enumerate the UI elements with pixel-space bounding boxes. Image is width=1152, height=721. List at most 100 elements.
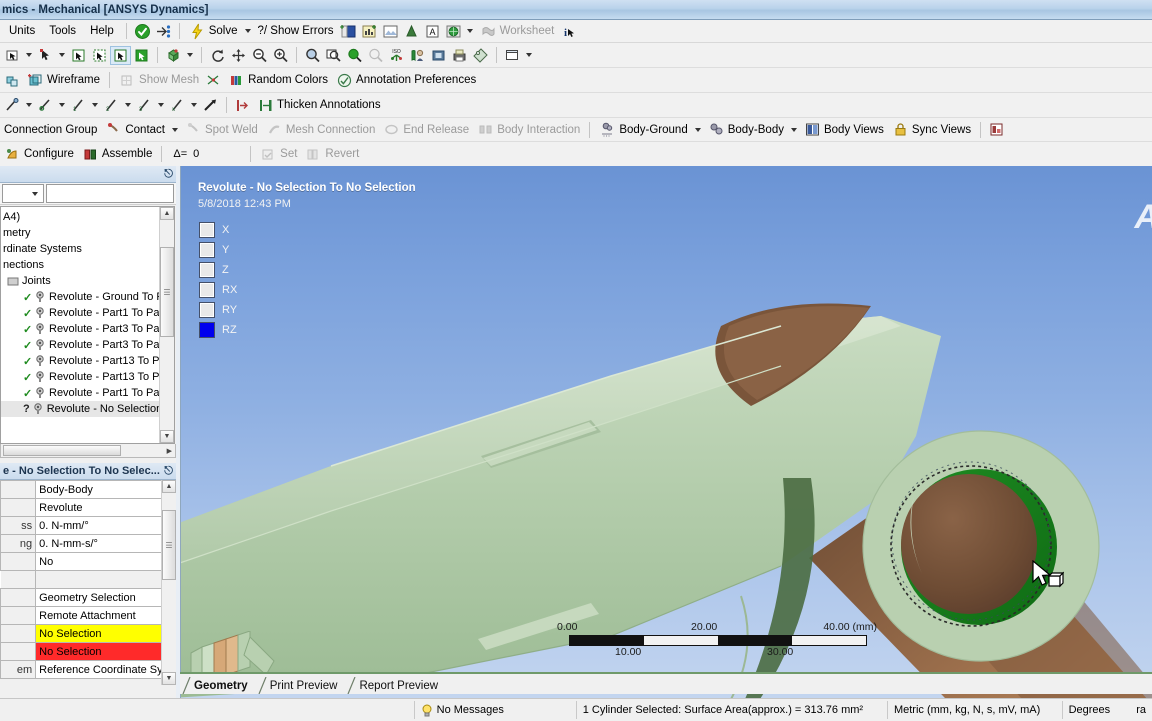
window-layout-caret[interactable] [526,53,532,57]
tree-item[interactable]: Joints [1,273,174,289]
details-row[interactable]: No [0,552,175,571]
details-row-value[interactable]: 0. N-mm-s/° [35,534,175,553]
magnify-green-icon[interactable] [344,46,365,65]
menu-units[interactable]: Units [2,23,42,39]
extend-selection-caret[interactable] [187,53,193,57]
graphics-tab[interactable]: Print Preview [258,677,348,694]
details-row-value[interactable]: Reference Coordinate Sy... [35,660,175,679]
body-ground-button[interactable]: Body-Ground [595,120,691,139]
dof-legend-row[interactable]: RZ [199,320,237,340]
details-scroll-up-button[interactable]: ▲ [162,480,176,493]
outline-scroll-thumb[interactable]: ☰ [160,247,174,337]
cursor-mode-icon[interactable] [35,46,56,65]
tree-item[interactable]: ? Revolute - No Selection To [1,401,174,417]
graphics-viewport[interactable]: A Revolute - No Selection To No Selectio… [180,166,1152,698]
tree-item[interactable]: ✓ Revolute - Part3 To Part1 [1,321,174,337]
new-chart-icon[interactable] [359,22,380,41]
new-section-plane-icon[interactable] [338,22,359,41]
sync-views-button[interactable]: Sync Views [888,120,975,139]
label-x-icon[interactable]: x [167,96,188,115]
tag-icon[interactable] [470,46,491,65]
dof-legend-row[interactable]: Z [199,260,237,280]
arrow-icon[interactable] [200,96,221,115]
details-row[interactable]: ng 0. N-mm-s/° [0,534,175,553]
outline-hscroll-right-arrow[interactable]: ▶ [167,447,172,455]
outline-scroll-down-button[interactable]: ▼ [160,430,174,443]
details-row-value[interactable]: No Selection [35,642,175,661]
cursor-mode-caret[interactable] [59,53,65,57]
tree-item[interactable]: metry [1,225,174,241]
details-row[interactable] [0,570,175,589]
info-icon[interactable]: i [558,22,579,41]
outline-scroll-up-button[interactable]: ▲ [160,207,174,220]
view-cube-icon[interactable] [428,46,449,65]
outline-filter-combo[interactable] [2,184,44,203]
details-scrollbar[interactable]: ▲ ☰ ▼ [161,480,176,685]
details-row-value[interactable] [35,570,175,589]
select-mode-icon[interactable] [2,46,23,65]
select-mode-caret[interactable] [26,53,32,57]
edge-coloring-icon[interactable] [2,71,23,90]
details-row[interactable]: Geometry Selection [0,588,175,607]
box-zoom-icon[interactable] [302,46,323,65]
label-3-icon[interactable]: 3 [134,96,155,115]
image-icon[interactable] [380,22,401,41]
outline-tree[interactable]: A4) metry rdinate Systems nections Joints ✓ Re… [0,206,175,444]
connection-chart-icon[interactable] [986,120,1007,139]
body-body-caret[interactable] [790,127,797,132]
details-row[interactable]: Remote Attachment [0,606,175,625]
details-row-value[interactable]: No [35,552,175,571]
tree-item[interactable]: ✓ Revolute - Part3 To Part1 [1,337,174,353]
annotation-preferences-button[interactable]: Annotation Preferences [332,71,480,90]
dof-legend-row[interactable]: RX [199,280,237,300]
outline-filter-input[interactable] [46,184,174,203]
rotate-icon[interactable] [207,46,228,65]
random-colors-button[interactable]: Random Colors [224,71,332,90]
dof-legend-row[interactable]: Y [199,240,237,260]
label-3-caret[interactable] [158,103,164,107]
details-row-value[interactable]: No Selection [35,624,175,643]
dof-checkbox[interactable] [199,302,215,318]
tree-item[interactable]: rdinate Systems [1,241,174,257]
dof-checkbox[interactable] [199,262,215,278]
details-row[interactable]: No Selection [0,624,175,643]
annotation-icon[interactable] [401,22,422,41]
details-row-value[interactable]: 0. N-mm/° [35,516,175,535]
label-2-icon[interactable]: 2 [101,96,122,115]
text-icon[interactable]: A [422,22,443,41]
connect-icon[interactable] [153,22,174,41]
body-select-green-icon[interactable] [131,46,152,65]
status-messages[interactable]: No Messages [415,701,577,719]
details-row[interactable]: em Reference Coordinate Sy... [0,660,175,679]
graphics-tab[interactable]: Report Preview [347,677,448,694]
thicken-left-icon[interactable] [232,96,253,115]
body-select-icon[interactable] [110,45,131,65]
dof-checkbox[interactable] [199,222,215,238]
zoom-in-icon[interactable] [270,46,291,65]
assemble-button[interactable]: Assemble [78,145,157,164]
label-1-icon[interactable]: 1 [68,96,89,115]
outline-hscroll-thumb[interactable] [3,445,121,456]
graphics-tab[interactable]: Geometry [182,677,258,694]
tree-item[interactable]: ✓ Revolute - Part1 To Part8 [1,385,174,401]
delta-value[interactable]: 0 [193,148,239,160]
details-row[interactable]: Revolute [0,498,175,517]
look-at-icon[interactable] [407,46,428,65]
scatter-icon[interactable] [203,71,224,90]
dof-checkbox[interactable] [199,242,215,258]
thicken-annotations-button[interactable]: Thicken Annotations [253,96,385,115]
configure-button[interactable]: Configure [0,145,78,164]
outline-hscrollbar[interactable]: ▶ [0,444,176,458]
window-layout-icon[interactable] [502,46,523,65]
print-icon[interactable] [449,46,470,65]
outline-tree-scrollbar[interactable]: ▲ ☰ ▼ [159,207,174,443]
label-0-caret[interactable] [59,103,65,107]
outline-pin-icon[interactable]: ⎋ [164,168,173,181]
details-row-value[interactable]: Geometry Selection [35,588,175,607]
dof-legend-row[interactable]: X [199,220,237,240]
label-0-icon[interactable] [35,96,56,115]
body-views-button[interactable]: Body Views [800,120,888,139]
dof-checkbox[interactable] [199,322,215,338]
dof-checkbox[interactable] [199,282,215,298]
fit-window-icon[interactable] [323,46,344,65]
